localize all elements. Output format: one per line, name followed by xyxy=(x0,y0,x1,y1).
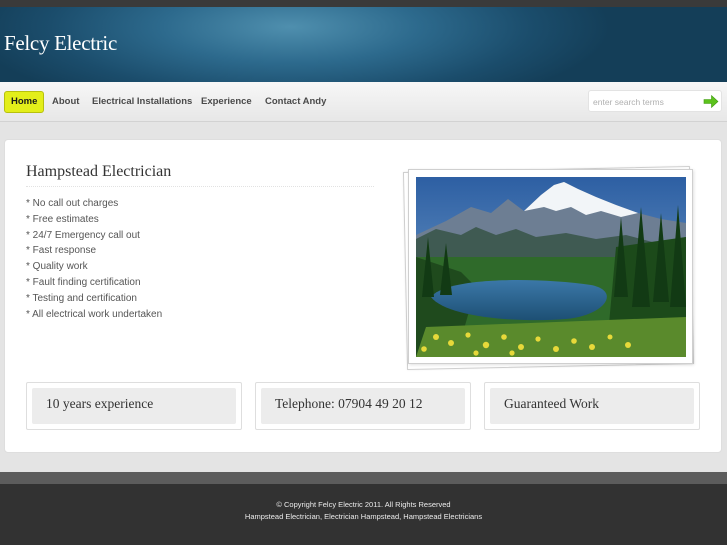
footer-keywords: Hampstead Electrician, Electrician Hamps… xyxy=(244,512,483,521)
info-box-guaranteed: Guaranteed Work xyxy=(484,382,700,430)
nav-electrical-installations[interactable]: Electrical Installations xyxy=(92,91,192,113)
nav-about[interactable]: About xyxy=(52,91,79,113)
landscape-image xyxy=(416,177,686,357)
site-header: Felcy Electric xyxy=(0,7,727,82)
info-box-text: 10 years experience xyxy=(46,396,154,411)
info-box-telephone: Telephone: 07904 49 20 12 xyxy=(255,382,471,430)
nav-experience[interactable]: Experience xyxy=(201,91,252,113)
top-strip xyxy=(0,0,727,7)
page-title: Hampstead Electrician xyxy=(26,163,172,180)
feature-list: * No call out charges * Free estimates *… xyxy=(26,196,162,322)
info-box-text: Guaranteed Work xyxy=(504,396,600,411)
title-divider xyxy=(26,186,374,187)
list-item: * Free estimates xyxy=(26,213,99,225)
list-item: * Testing and certification xyxy=(26,292,137,304)
site-title[interactable]: Felcy Electric xyxy=(4,31,117,56)
list-item: * No call out charges xyxy=(26,198,119,209)
info-box-experience: 10 years experience xyxy=(26,382,242,430)
list-item: * Quality work xyxy=(26,261,88,273)
search-input[interactable] xyxy=(593,94,699,109)
footer-copyright: © Copyright Felcy Electric 2011. All Rig… xyxy=(276,500,451,509)
list-item: * Fault finding certification xyxy=(26,276,141,288)
nav-home[interactable]: Home xyxy=(4,91,45,113)
arrow-right-icon[interactable] xyxy=(703,94,719,109)
site-footer: © Copyright Felcy Electric 2011. All Rig… xyxy=(0,484,727,545)
list-item: * 24/7 Emergency call out xyxy=(26,229,140,241)
info-box-text: Telephone: 07904 49 20 12 xyxy=(275,396,423,411)
footer-divider xyxy=(0,472,727,484)
search-box xyxy=(588,90,722,112)
list-item: * All electrical work undertaken xyxy=(26,308,163,320)
nav-contact-andy[interactable]: Contact Andy xyxy=(265,91,326,113)
list-item: * Fast response xyxy=(26,245,97,257)
